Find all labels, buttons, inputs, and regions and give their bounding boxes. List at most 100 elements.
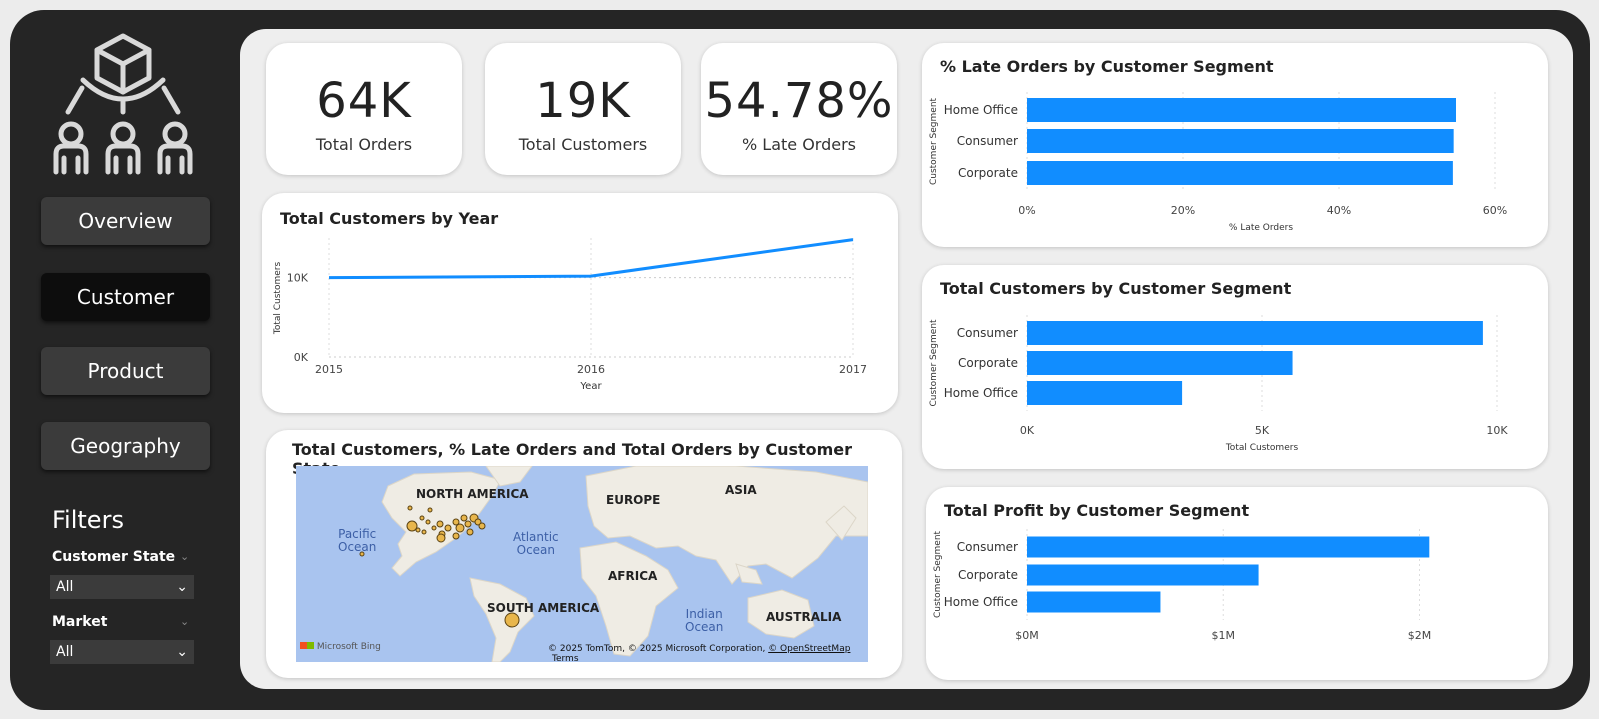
x-tick-label: 40% — [1327, 204, 1351, 217]
map-bubble[interactable] — [460, 514, 468, 522]
kpi-value: 64K — [316, 73, 412, 129]
map-bubble[interactable] — [444, 524, 452, 532]
map-attribution: © 2025 TomTom, © 2025 Microsoft Corporat… — [548, 644, 868, 662]
x-tick-label: 2015 — [315, 363, 343, 376]
kpi-value: 19K — [535, 73, 631, 129]
x-tick-label: 5K — [1255, 424, 1270, 437]
customers-by-year-card: Total Customers by Year 2015 2016 2017 10K 0… — [262, 193, 898, 413]
customer-state-filter-label: Customer State — [52, 549, 176, 565]
map-bubble[interactable] — [359, 551, 365, 557]
map-bubble[interactable] — [406, 520, 418, 532]
kpi-total-orders-card: 64K Total Orders — [266, 43, 462, 175]
y-axis-title: Customer Segment — [929, 97, 939, 185]
bar — [1027, 321, 1483, 345]
x-axis-title: % Late Orders — [1229, 223, 1293, 233]
bar — [1027, 381, 1183, 405]
customers-by-segment-chart[interactable]: 0K 5K 10KConsumerCorporateHome OfficeTotal… — [922, 265, 1548, 469]
attribution-text: © 2025 TomTom, © 2025 Microsoft Corporat… — [548, 644, 766, 654]
bar — [1027, 161, 1453, 185]
customer-state-value: All — [56, 579, 74, 595]
bar — [1027, 591, 1161, 613]
x-tick-label: $1M — [1212, 629, 1236, 642]
osm-link[interactable]: © OpenStreetMap — [768, 644, 850, 654]
profit-by-segment-chart[interactable]: $0M $1M $2M Consumer Corporate Home OfficeCus… — [926, 487, 1548, 680]
customer-state-collapse-icon[interactable]: ⌄ — [180, 550, 189, 563]
customers-by-segment-card: Total Customers by Customer Segment 0K 5K… — [922, 265, 1548, 469]
customer-network-icon — [53, 33, 193, 175]
x-tick-label: 0K — [1020, 424, 1035, 437]
bar — [1027, 129, 1454, 153]
map-bubble[interactable] — [407, 505, 413, 511]
category-label: Consumer — [957, 540, 1018, 554]
map-bubble[interactable] — [504, 612, 520, 628]
x-tick-label: 2017 — [839, 363, 867, 376]
x-axis-title: Total Customers — [1225, 443, 1299, 453]
map-bubble[interactable] — [455, 523, 465, 533]
market-dropdown[interactable]: All ⌄ — [50, 640, 194, 664]
x-tick-label: 60% — [1483, 204, 1507, 217]
map-view[interactable]: NORTH AMERICA EUROPE ASIA AFRICA SOUTH A… — [296, 466, 868, 662]
x-tick-label: $0M — [1015, 629, 1039, 642]
bing-label: Microsoft Bing — [316, 642, 381, 652]
bar — [1027, 564, 1259, 586]
y-axis-title: Customer Segment — [933, 530, 943, 618]
market-collapse-icon[interactable]: ⌄ — [180, 615, 189, 628]
map-bubble[interactable] — [431, 525, 437, 531]
late-orders-by-segment-chart[interactable]: 0% 20% 40% 60% Home Office Consumer Corporate%… — [922, 43, 1548, 247]
category-label: Consumer — [957, 326, 1018, 340]
x-tick-label: 2016 — [577, 363, 605, 376]
x-tick-label: 0% — [1018, 204, 1035, 217]
chevron-down-icon: ⌄ — [176, 644, 188, 660]
kpi-value: 54.78% — [704, 73, 894, 129]
kpi-late-orders-card: 54.78% % Late Orders — [701, 43, 897, 175]
nav-product-button[interactable]: Product — [41, 347, 210, 395]
bar — [1027, 351, 1293, 375]
profit-by-segment-card: Total Profit by Customer Segment $0M $1M $… — [926, 487, 1548, 680]
map-bubble[interactable] — [436, 533, 446, 543]
kpi-label: Total Orders — [315, 135, 413, 154]
bing-logo[interactable]: Microsoft Bing — [300, 642, 381, 652]
map-bubbles — [359, 505, 520, 628]
y-tick-label: 0K — [294, 351, 309, 364]
category-label: Home Office — [944, 103, 1018, 117]
map-bubble[interactable] — [452, 532, 460, 540]
kpi-total-customers-card: 19K Total Customers — [485, 43, 681, 175]
category-label: Corporate — [958, 166, 1018, 180]
x-tick-label: 10K — [1486, 424, 1508, 437]
nav-geography-button[interactable]: Geography — [41, 422, 210, 470]
category-label: Corporate — [958, 568, 1018, 582]
map-bubble[interactable] — [419, 515, 425, 521]
terms-link[interactable]: Terms — [552, 654, 579, 662]
market-filter-label: Market — [52, 614, 108, 630]
late-orders-by-segment-card: % Late Orders by Customer Segment 0% 20% 4… — [922, 43, 1548, 247]
bar — [1027, 536, 1430, 558]
y-axis-title: Customer Segment — [929, 319, 939, 407]
y-tick-label: 10K — [287, 272, 309, 285]
bar — [1027, 98, 1456, 122]
filters-title: Filters — [52, 506, 124, 534]
map-bubble[interactable] — [464, 520, 472, 528]
map-bubble[interactable] — [436, 520, 444, 528]
customer-state-dropdown[interactable]: All ⌄ — [50, 575, 194, 599]
x-tick-label: $2M — [1408, 629, 1432, 642]
market-value: All — [56, 644, 74, 660]
map-bubble[interactable] — [425, 519, 431, 525]
category-label: Consumer — [957, 134, 1018, 148]
map-bubble[interactable] — [415, 527, 421, 533]
map-bubble[interactable] — [427, 507, 433, 513]
category-label: Home Office — [944, 386, 1018, 400]
nav-customer-button[interactable]: Customer — [41, 273, 210, 321]
x-tick-label: 20% — [1171, 204, 1195, 217]
category-label: Corporate — [958, 356, 1018, 370]
nav-overview-button[interactable]: Overview — [41, 197, 210, 245]
y-axis-title: Total Customers — [273, 262, 283, 336]
x-axis-title: Year — [579, 381, 602, 392]
map-bubble[interactable] — [466, 528, 474, 536]
customers-by-year-chart[interactable]: 2015 2016 2017 10K 0K Year Total Customers — [262, 193, 898, 413]
map-card: Total Customers, % Late Orders and Total… — [266, 430, 902, 678]
chevron-down-icon: ⌄ — [176, 579, 188, 595]
kpi-label: Total Customers — [518, 135, 648, 154]
map-bubble[interactable] — [421, 529, 427, 535]
map-bubble[interactable] — [478, 522, 486, 530]
category-label: Home Office — [944, 595, 1018, 609]
